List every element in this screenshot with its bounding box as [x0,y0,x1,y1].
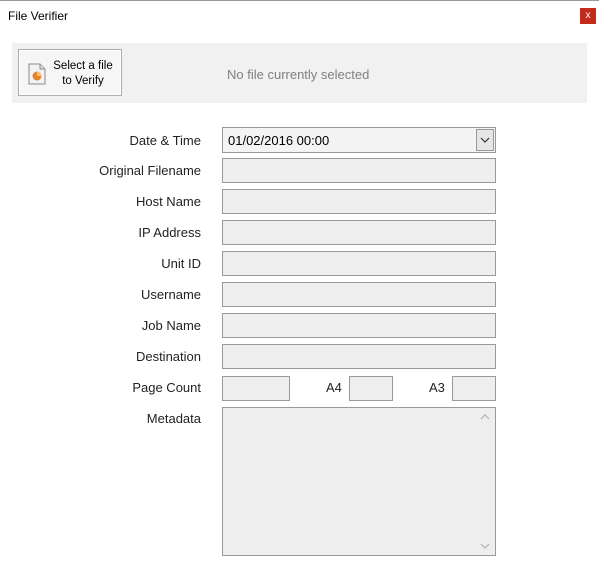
file-status-text: No file currently selected [227,67,370,82]
ip-address-label: IP Address [138,225,201,240]
close-button[interactable]: x [580,8,596,24]
page-count-label: Page Count [132,380,201,395]
host-name-label: Host Name [135,194,201,209]
job-name-label: Job Name [141,318,201,333]
date-time-label: Date & Time [129,133,201,148]
destination-label: Destination [135,349,201,364]
unit-id-label: Unit ID [161,256,201,271]
ip-address-field[interactable] [222,220,496,245]
a3-count-field[interactable] [452,376,496,401]
host-name-field[interactable] [222,189,496,214]
date-time-value: 01/02/2016 00:00 [228,133,330,148]
unit-id-field[interactable] [222,251,496,276]
page-count-field[interactable] [222,376,290,401]
date-time-dropdown-button[interactable] [476,129,494,151]
original-filename-label: Original Filename [99,163,201,178]
chevron-down-icon[interactable] [479,541,491,551]
date-time-picker[interactable]: 01/02/2016 00:00 [222,127,496,153]
select-file-label: Select a file to Verify [53,60,113,87]
username-field[interactable] [222,282,496,307]
titlebar-border [0,0,599,1]
metadata-label: Metadata [146,411,201,426]
a4-label: A4 [326,380,342,395]
metadata-textarea[interactable] [222,407,496,556]
window-title: File Verifier [8,9,69,23]
document-chart-icon [28,63,46,85]
file-select-panel: Select a file to Verify No file currentl… [12,43,587,103]
file-verifier-window: File Verifier x Select a file to Verify … [0,0,599,573]
chevron-down-icon [480,137,490,143]
a3-label: A3 [429,380,445,395]
chevron-up-icon[interactable] [479,412,491,422]
original-filename-field[interactable] [222,158,496,183]
select-file-button[interactable]: Select a file to Verify [18,49,122,96]
username-label: Username [141,287,201,302]
a4-count-field[interactable] [349,376,393,401]
destination-field[interactable] [222,344,496,369]
job-name-field[interactable] [222,313,496,338]
